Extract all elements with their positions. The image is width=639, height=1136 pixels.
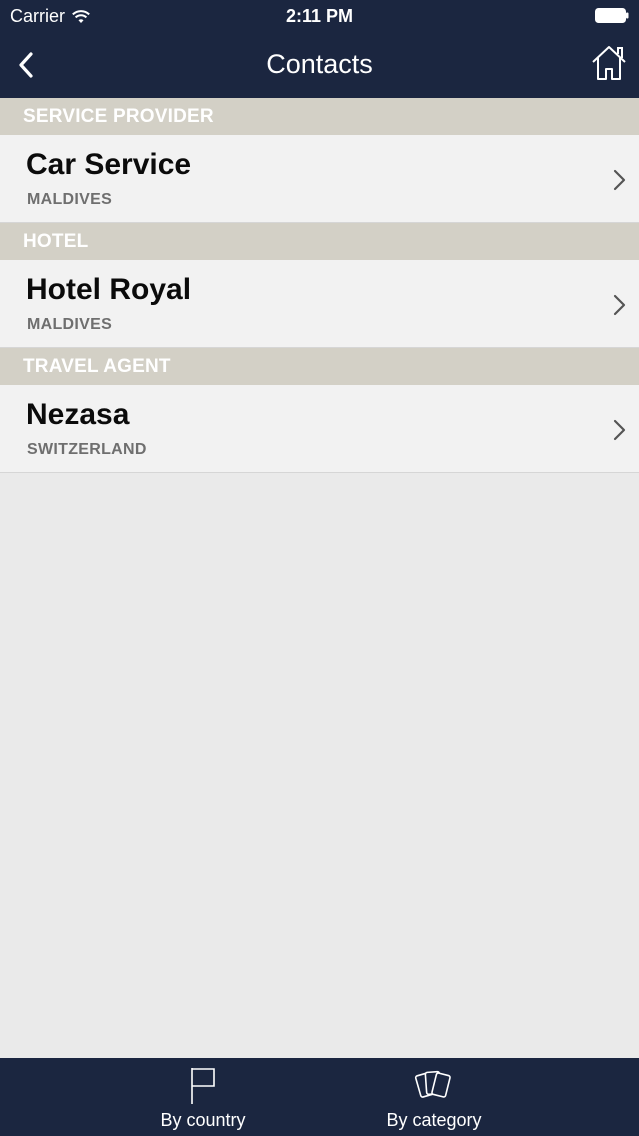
chevron-right-icon (613, 169, 626, 191)
contact-row-nezasa[interactable]: Nezasa SWITZERLAND (0, 385, 639, 473)
tab-bar: By country By category (0, 1058, 639, 1136)
navigation-bar: Contacts (0, 32, 639, 98)
home-icon[interactable] (589, 44, 629, 82)
status-bar: Carrier 2:11 PM (0, 0, 639, 32)
battery-icon (595, 8, 629, 23)
tab-by-country[interactable]: By country (100, 1058, 306, 1136)
contacts-list: SERVICE PROVIDER Car Service MALDIVES HO… (0, 98, 639, 473)
page-title: Contacts (266, 49, 373, 79)
chevron-right-icon (613, 419, 626, 441)
contact-country: SWITZERLAND (27, 441, 147, 458)
section-header-hotel: HOTEL (0, 223, 639, 260)
status-time: 2:11 PM (285, 6, 354, 26)
section-header-service-provider: SERVICE PROVIDER (0, 98, 639, 135)
tab-by-country-label: By country (160, 1110, 246, 1130)
contact-name: Nezasa (26, 398, 130, 431)
contact-row-hotel-royal[interactable]: Hotel Royal MALDIVES (0, 260, 639, 348)
tab-by-category[interactable]: By category (336, 1058, 532, 1136)
contact-name: Hotel Royal (26, 273, 192, 306)
contact-name: Car Service (26, 148, 192, 181)
top-bar: Carrier 2:11 PM Contacts (0, 0, 639, 98)
flag-icon (191, 1068, 215, 1104)
cards-icon (414, 1070, 451, 1098)
contact-row-car-service[interactable]: Car Service MALDIVES (0, 135, 639, 223)
chevron-right-icon (613, 294, 626, 316)
tab-by-category-label: By category (386, 1110, 482, 1130)
contact-country: MALDIVES (27, 316, 113, 333)
section-header-travel-agent: TRAVEL AGENT (0, 348, 639, 385)
contact-country: MALDIVES (27, 191, 113, 208)
contacts-screen: Carrier 2:11 PM Contacts SERVICE PROVIDE… (0, 0, 639, 1136)
